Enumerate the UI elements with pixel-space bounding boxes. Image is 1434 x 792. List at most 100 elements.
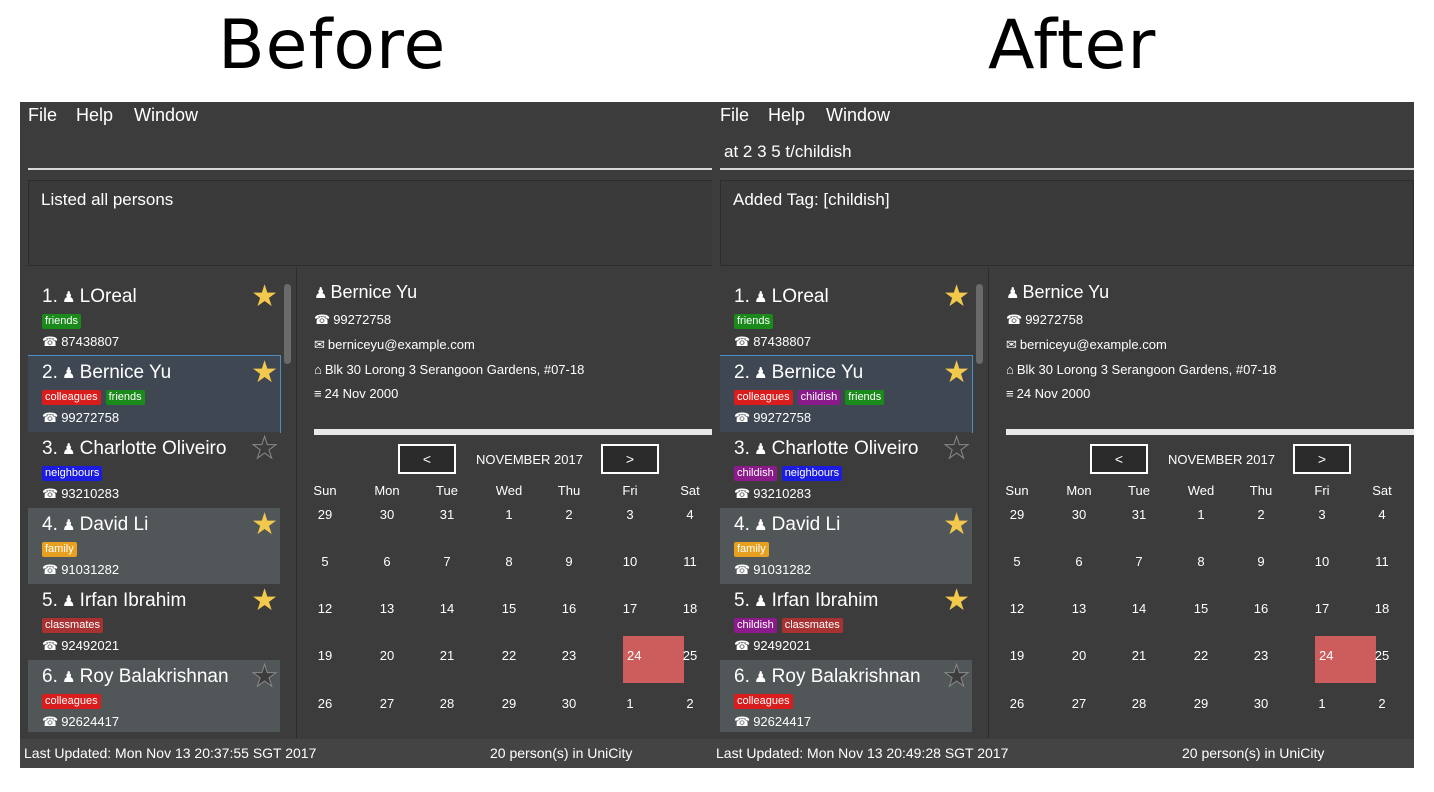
- star-icon[interactable]: ★: [943, 661, 971, 692]
- next-month-button[interactable]: >: [601, 444, 659, 474]
- calendar-day[interactable]: 8: [489, 554, 529, 569]
- star-icon[interactable]: ★: [251, 282, 278, 312]
- menu-help[interactable]: Help: [76, 105, 113, 126]
- calendar-day[interactable]: 27: [1059, 696, 1099, 711]
- person-card[interactable]: 2. ♟ Bernice Yu colleagues friends ☎ 9927275…: [28, 355, 281, 433]
- calendar-day[interactable]: 9: [1241, 554, 1281, 569]
- calendar-day[interactable]: 16: [549, 601, 589, 616]
- calendar-day[interactable]: 30: [1241, 696, 1281, 711]
- calendar-day[interactable]: 8: [1181, 554, 1221, 569]
- calendar-day[interactable]: 2: [549, 507, 589, 522]
- calendar-day[interactable]: 14: [1119, 601, 1159, 616]
- calendar-day[interactable]: 2: [1241, 507, 1281, 522]
- calendar-day[interactable]: 18: [1362, 601, 1402, 616]
- star-icon[interactable]: ★: [251, 661, 279, 692]
- list-scrollbar[interactable]: [976, 284, 983, 364]
- person-card[interactable]: 2. ♟ Bernice Yu colleagues childish friends…: [720, 355, 973, 433]
- calendar-day[interactable]: 18: [670, 601, 710, 616]
- star-icon[interactable]: ★: [943, 510, 970, 540]
- person-card[interactable]: 6. ♟ Roy Balakrishnan colleagues ☎ 92624417…: [720, 660, 972, 732]
- list-scrollbar[interactable]: [284, 284, 291, 364]
- calendar-day[interactable]: 24: [1319, 648, 1359, 663]
- calendar-day[interactable]: 3: [1302, 507, 1342, 522]
- next-month-button[interactable]: >: [1293, 444, 1351, 474]
- menu-file[interactable]: File: [720, 105, 749, 126]
- calendar-day[interactable]: 11: [1362, 554, 1402, 569]
- calendar-day[interactable]: 9: [549, 554, 589, 569]
- calendar-day[interactable]: 16: [1241, 601, 1281, 616]
- person-card[interactable]: 5. ♟ Irfan Ibrahim classmates ☎ 92492021 ★: [28, 584, 280, 660]
- calendar-day[interactable]: 22: [489, 648, 529, 663]
- calendar-day[interactable]: 6: [1059, 554, 1099, 569]
- calendar-day[interactable]: 28: [1119, 696, 1159, 711]
- calendar-day[interactable]: 4: [1362, 507, 1402, 522]
- calendar-day[interactable]: 2: [1362, 696, 1402, 711]
- prev-month-button[interactable]: <: [398, 444, 456, 474]
- calendar-day[interactable]: 15: [1181, 601, 1221, 616]
- menu-help[interactable]: Help: [768, 105, 805, 126]
- calendar-day[interactable]: 1: [610, 696, 650, 711]
- calendar-day[interactable]: 12: [997, 601, 1037, 616]
- person-card[interactable]: 3. ♟ Charlotte Oliveiro childish neighbour…: [720, 432, 972, 508]
- calendar-day[interactable]: 19: [997, 648, 1037, 663]
- calendar-day[interactable]: 1: [1302, 696, 1342, 711]
- calendar-day[interactable]: 29: [489, 696, 529, 711]
- calendar-day[interactable]: 5: [997, 554, 1037, 569]
- calendar-day[interactable]: 19: [305, 648, 345, 663]
- star-icon[interactable]: ★: [943, 586, 970, 616]
- calendar-day[interactable]: 25: [1362, 648, 1402, 663]
- calendar-day[interactable]: 1: [1181, 507, 1221, 522]
- star-icon[interactable]: ★: [251, 510, 278, 540]
- calendar-day[interactable]: 20: [1059, 648, 1099, 663]
- star-icon[interactable]: ★: [251, 358, 278, 388]
- calendar-day[interactable]: 30: [549, 696, 589, 711]
- calendar-day[interactable]: 21: [427, 648, 467, 663]
- person-list[interactable]: 1. ♟ LOreal friends ☎ 87438807 ★ 2. ♟ Bernice…: [28, 280, 282, 732]
- star-icon[interactable]: ★: [943, 282, 970, 312]
- calendar-day[interactable]: 17: [1302, 601, 1342, 616]
- menu-file[interactable]: File: [28, 105, 57, 126]
- calendar-day[interactable]: 13: [367, 601, 407, 616]
- calendar-day[interactable]: 10: [610, 554, 650, 569]
- calendar-day[interactable]: 29: [997, 507, 1037, 522]
- menu-window[interactable]: Window: [134, 105, 198, 126]
- star-icon[interactable]: ★: [943, 433, 971, 464]
- calendar-day[interactable]: 10: [1302, 554, 1342, 569]
- calendar-day[interactable]: 26: [997, 696, 1037, 711]
- calendar-day[interactable]: 23: [549, 648, 589, 663]
- calendar-day[interactable]: 27: [367, 696, 407, 711]
- calendar-day[interactable]: 4: [670, 507, 710, 522]
- calendar-day[interactable]: 21: [1119, 648, 1159, 663]
- calendar-day[interactable]: 20: [367, 648, 407, 663]
- calendar-day[interactable]: 26: [305, 696, 345, 711]
- person-card[interactable]: 6. ♟ Roy Balakrishnan colleagues ☎ 92624417…: [28, 660, 280, 732]
- calendar-day[interactable]: 14: [427, 601, 467, 616]
- calendar-day[interactable]: 5: [305, 554, 345, 569]
- calendar-day[interactable]: 15: [489, 601, 529, 616]
- person-card[interactable]: 4. ♟ David Li family ☎ 91031282 ★: [720, 508, 972, 584]
- person-card[interactable]: 1. ♟ LOreal friends ☎ 87438807 ★: [28, 280, 280, 356]
- calendar-day[interactable]: 11: [670, 554, 710, 569]
- calendar-day[interactable]: 30: [367, 507, 407, 522]
- person-card[interactable]: 3. ♟ Charlotte Oliveiro neighbours ☎ 932102…: [28, 432, 280, 508]
- star-icon[interactable]: ★: [251, 433, 279, 464]
- menu-window[interactable]: Window: [826, 105, 890, 126]
- calendar-day[interactable]: 28: [427, 696, 467, 711]
- star-icon[interactable]: ★: [251, 586, 278, 616]
- calendar-day[interactable]: 31: [1119, 507, 1159, 522]
- calendar-day[interactable]: 29: [1181, 696, 1221, 711]
- calendar-day[interactable]: 22: [1181, 648, 1221, 663]
- calendar-day[interactable]: 17: [610, 601, 650, 616]
- calendar-day[interactable]: 25: [670, 648, 710, 663]
- calendar-day[interactable]: 29: [305, 507, 345, 522]
- calendar-day[interactable]: 12: [305, 601, 345, 616]
- calendar-day[interactable]: 2: [670, 696, 710, 711]
- calendar-day[interactable]: 13: [1059, 601, 1099, 616]
- calendar-day[interactable]: 7: [427, 554, 467, 569]
- person-card[interactable]: 4. ♟ David Li family ☎ 91031282 ★: [28, 508, 280, 584]
- person-card[interactable]: 1. ♟ LOreal friends ☎ 87438807 ★: [720, 280, 972, 356]
- prev-month-button[interactable]: <: [1090, 444, 1148, 474]
- command-input[interactable]: at 2 3 5 t/childish: [720, 132, 1414, 170]
- calendar-day[interactable]: 24: [627, 648, 667, 663]
- calendar-day[interactable]: 30: [1059, 507, 1099, 522]
